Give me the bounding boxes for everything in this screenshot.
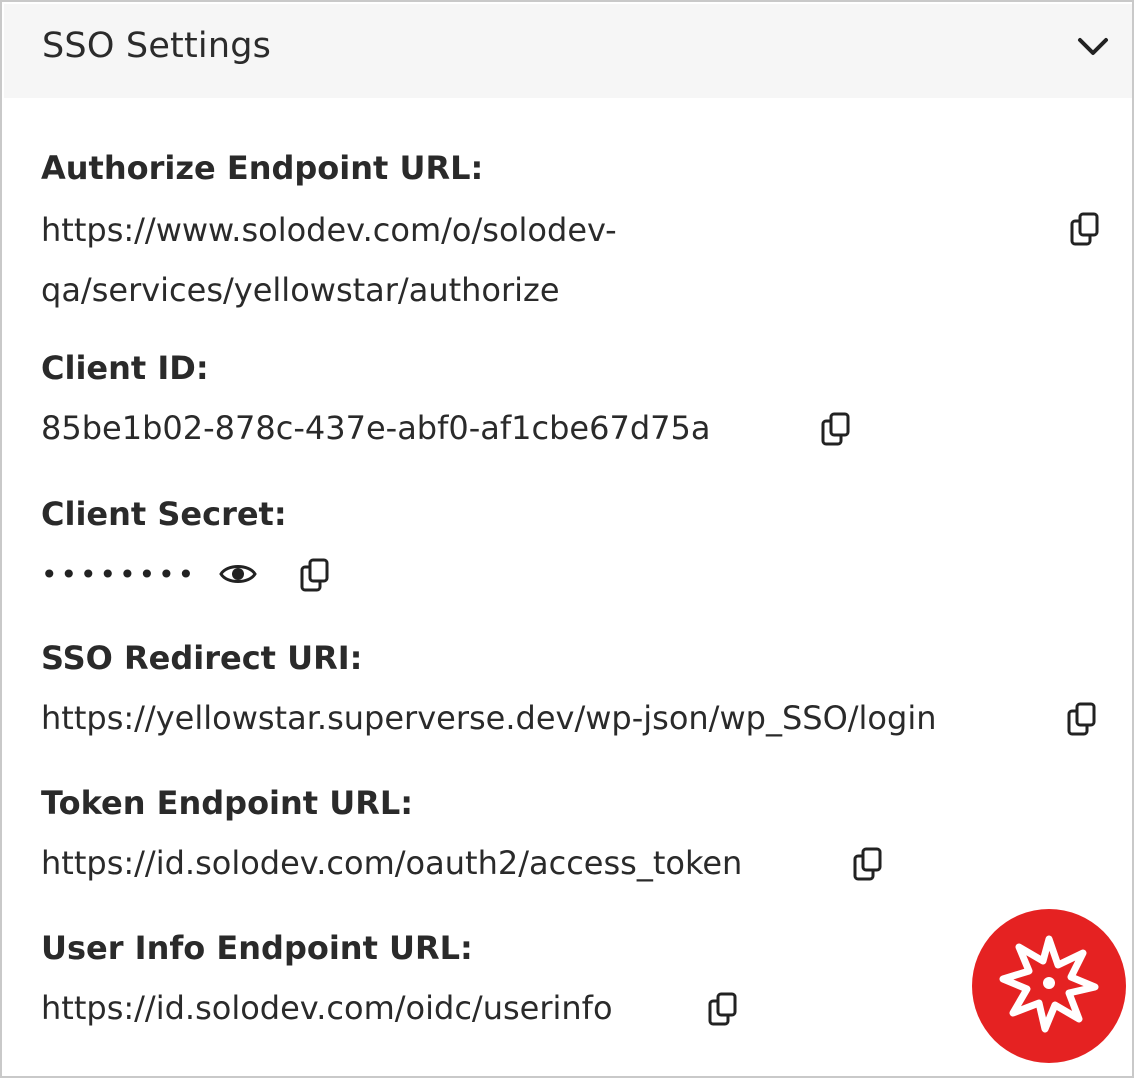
authorize-endpoint-label: Authorize Endpoint URL: xyxy=(41,149,484,187)
copy-icon[interactable] xyxy=(1067,702,1097,736)
copy-icon[interactable] xyxy=(1070,212,1100,246)
copy-icon[interactable] xyxy=(300,558,330,592)
client-secret-masked-value: •••••••• xyxy=(41,558,198,591)
authorize-endpoint-value-line2: qa/services/yellowstar/authorize xyxy=(41,271,560,309)
client-secret-label: Client Secret: xyxy=(41,495,287,533)
token-endpoint-value: https://id.solodev.com/oauth2/access_tok… xyxy=(41,844,743,882)
copy-icon[interactable] xyxy=(853,847,883,881)
sso-redirect-uri-label: SSO Redirect URI: xyxy=(41,639,363,677)
eye-icon[interactable] xyxy=(219,561,257,587)
client-id-value: 85be1b02-878c-437e-abf0-af1cbe67d75a xyxy=(41,409,711,447)
user-info-endpoint-label: User Info Endpoint URL: xyxy=(41,929,473,967)
user-info-endpoint-value: https://id.solodev.com/oidc/userinfo xyxy=(41,989,613,1027)
authorize-endpoint-value-line1: https://www.solodev.com/o/solodev- xyxy=(41,211,617,249)
solodev-star-logo-icon xyxy=(999,935,1099,1033)
sso-settings-panel: SSO Settings Authorize Endpoint URL: htt… xyxy=(0,0,1134,1078)
solodev-logo-button[interactable] xyxy=(972,909,1126,1063)
client-id-label: Client ID: xyxy=(41,349,209,387)
panel-header[interactable]: SSO Settings xyxy=(4,4,1132,98)
panel-title: SSO Settings xyxy=(42,26,272,66)
copy-icon[interactable] xyxy=(708,992,738,1026)
token-endpoint-label: Token Endpoint URL: xyxy=(41,784,414,822)
sso-redirect-uri-value: https://yellowstar.superverse.dev/wp-jso… xyxy=(41,699,937,737)
copy-icon[interactable] xyxy=(821,412,851,446)
chevron-down-icon[interactable] xyxy=(1076,34,1110,60)
